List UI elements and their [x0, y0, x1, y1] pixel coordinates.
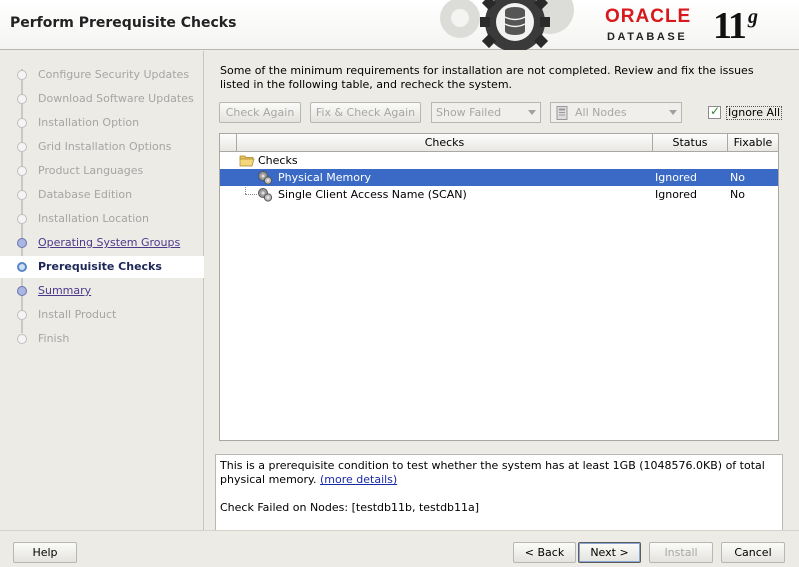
step-label: Installation Location	[38, 212, 149, 225]
checkbox-box[interactable]: ✓	[708, 104, 721, 119]
check-again-button[interactable]: Check Again	[219, 102, 301, 123]
back-button[interactable]: < Back	[513, 542, 576, 563]
gears-check-icon	[258, 171, 273, 185]
nodes-filter-value: All Nodes	[575, 106, 627, 119]
step-marker-icon	[17, 214, 27, 224]
step-label[interactable]: Summary	[38, 284, 91, 297]
step-prerequisite-checks: Prerequisite Checks	[0, 256, 204, 278]
step-database-edition: Database Edition	[0, 184, 204, 206]
check-fixable: No	[730, 188, 745, 201]
cancel-button[interactable]: Cancel	[721, 542, 785, 563]
tree-root-row[interactable]: Checks	[220, 152, 778, 169]
step-installation-option: Installation Option	[0, 112, 204, 134]
check-name: Single Client Access Name (SCAN)	[278, 188, 467, 201]
checkmark-icon: ✓	[710, 104, 721, 118]
step-install-product: Install Product	[0, 304, 204, 326]
gears-check-icon	[258, 188, 273, 202]
fix-check-again-button[interactable]: Fix & Check Again	[310, 102, 421, 123]
step-download-software-updates: Download Software Updates	[0, 88, 204, 110]
step-label: Installation Option	[38, 116, 140, 129]
step-marker-icon	[17, 334, 27, 344]
oracle-logo: ORACLE DATABASE 11 g	[605, 5, 795, 48]
check-status[interactable]: Ignored	[655, 186, 697, 203]
step-marker-icon	[17, 94, 27, 104]
check-fixable: No	[730, 171, 745, 184]
step-label: Download Software Updates	[38, 92, 194, 105]
chevron-down-icon	[669, 110, 677, 115]
help-button[interactable]: Help	[13, 542, 77, 563]
step-marker-icon	[17, 166, 27, 176]
step-marker-icon	[17, 310, 27, 320]
checks-table: Checks Status Fixable Checks Physical Me…	[219, 133, 779, 441]
logo-database-text: DATABASE	[607, 31, 688, 43]
logo-version-sup: g	[748, 6, 758, 28]
step-operating-system-groups[interactable]: Operating System Groups	[0, 232, 204, 254]
table-row[interactable]: Physical Memory Ignored No	[220, 169, 778, 186]
ignore-all-label[interactable]: Ignore All	[726, 106, 783, 120]
logo-oracle-text: ORACLE	[605, 6, 692, 27]
show-filter-value: Show Failed	[436, 106, 502, 119]
step-marker-icon	[17, 142, 27, 152]
folder-open-icon	[239, 155, 255, 167]
step-label: Database Edition	[38, 188, 133, 201]
column-header-checks[interactable]: Checks	[237, 134, 653, 152]
step-product-languages: Product Languages	[0, 160, 204, 182]
show-filter-dropdown[interactable]: Show Failed	[431, 102, 541, 123]
step-label: Install Product	[38, 308, 117, 321]
step-finish: Finish	[0, 328, 204, 350]
logo-version: 11	[713, 5, 747, 47]
table-header: Checks Status Fixable	[220, 134, 778, 152]
column-header-status[interactable]: Status	[653, 134, 728, 152]
step-label: Finish	[38, 332, 70, 345]
node-icon	[556, 106, 568, 120]
step-marker-icon	[17, 118, 27, 128]
step-current-marker-icon	[17, 262, 27, 272]
details-failed-nodes: Check Failed on Nodes: [testdb11b, testd…	[220, 501, 480, 514]
install-button[interactable]: Install	[649, 542, 713, 563]
header: Perform Prerequisite Checks ORACLE DATAB…	[0, 0, 799, 50]
chevron-down-icon	[528, 110, 536, 115]
step-installation-location: Installation Location	[0, 208, 204, 230]
wizard-steps-sidebar: Configure Security Updates Download Soft…	[0, 51, 204, 530]
details-description: This is a prerequisite condition to test…	[220, 459, 778, 487]
step-summary[interactable]: Summary	[0, 280, 204, 302]
gears-database-icon	[440, 0, 574, 50]
step-configure-security-updates: Configure Security Updates	[0, 64, 204, 86]
tree-root-label: Checks	[258, 154, 298, 167]
step-label: Prerequisite Checks	[38, 260, 162, 273]
step-label: Configure Security Updates	[38, 68, 190, 81]
column-header-spacer	[220, 134, 237, 152]
nodes-filter-dropdown[interactable]: All Nodes	[550, 102, 682, 123]
check-details-pane: This is a prerequisite condition to test…	[215, 454, 783, 531]
step-marker-icon	[17, 70, 27, 80]
step-marker-icon	[17, 238, 27, 248]
more-details-link[interactable]: (more details)	[320, 473, 397, 486]
footer-divider	[0, 530, 799, 531]
intro-text: Some of the minimum requirements for ins…	[220, 64, 754, 91]
check-status[interactable]: Ignored	[655, 169, 697, 186]
step-marker-icon	[17, 190, 27, 200]
step-label: Product Languages	[38, 164, 144, 177]
next-button[interactable]: Next >	[578, 542, 641, 563]
page-title: Perform Prerequisite Checks	[10, 15, 237, 31]
step-label[interactable]: Operating System Groups	[38, 236, 180, 249]
step-label: Grid Installation Options	[38, 140, 172, 153]
check-name: Physical Memory	[278, 171, 371, 184]
column-header-fixable[interactable]: Fixable	[728, 134, 778, 152]
details-text: This is a prerequisite condition to test…	[220, 459, 765, 486]
step-marker-icon	[17, 286, 27, 296]
table-row[interactable]: Single Client Access Name (SCAN) Ignored…	[220, 186, 778, 203]
step-grid-installation-options: Grid Installation Options	[0, 136, 204, 158]
